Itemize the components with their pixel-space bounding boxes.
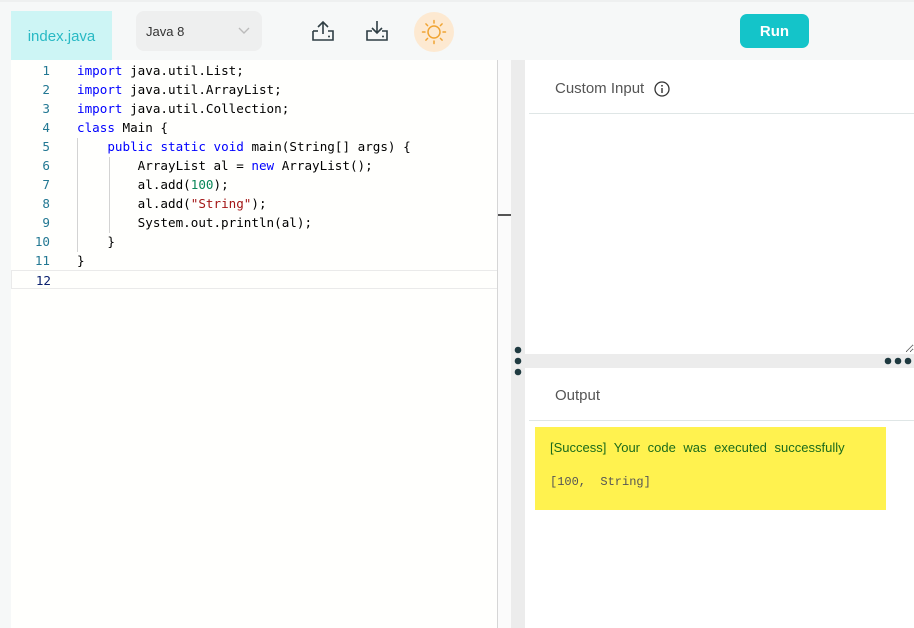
code-line[interactable]: 8 al.add("String"); (11, 194, 510, 213)
language-select[interactable]: Java 8 (136, 11, 262, 51)
horizontal-splitter[interactable] (525, 354, 914, 368)
line-number: 9 (42, 215, 50, 230)
output-box: [Success] Your code was executed success… (535, 427, 886, 510)
custom-input-field[interactable] (529, 114, 914, 353)
code-text[interactable]: import java.util.ArrayList; (77, 80, 282, 99)
code-line[interactable]: 4 class Main { (11, 118, 510, 137)
editor-scrollbar[interactable] (497, 60, 512, 628)
io-panel: Custom Input Output [Success] Your code … (525, 60, 914, 628)
vertical-splitter[interactable] (511, 60, 525, 628)
download-button[interactable] (359, 13, 395, 49)
code-line[interactable]: 9 System.out.println(al); (11, 213, 510, 232)
upload-icon (312, 20, 334, 41)
theme-toggle-button[interactable] (414, 12, 454, 52)
output-status: [Success] Your code was executed success… (550, 440, 845, 455)
file-tab-index-java[interactable]: index.java (11, 11, 112, 62)
line-number: 7 (42, 177, 50, 192)
code-line[interactable]: 7 al.add(100); (11, 175, 510, 194)
code-line[interactable]: 3 import java.util.Collection; (11, 99, 510, 118)
code-text[interactable]: } (77, 251, 85, 270)
code-editor[interactable]: 1 import java.util.List; 2 import java.util… (11, 60, 510, 628)
run-button[interactable]: Run (740, 14, 809, 48)
code-line[interactable]: 1 import java.util.List; (11, 61, 510, 80)
code-text[interactable]: ArrayList al = new ArrayList(); (77, 156, 373, 175)
line-number: 3 (42, 101, 50, 116)
divider (529, 420, 914, 421)
line-number: 6 (42, 158, 50, 173)
upload-button[interactable] (305, 13, 341, 49)
custom-input-title: Custom Input (555, 80, 645, 97)
editor-scrollbar-thumb[interactable] (498, 214, 512, 216)
code-text[interactable]: class Main { (77, 118, 168, 137)
code-line[interactable]: 6 ArrayList al = new ArrayList(); (11, 156, 510, 175)
line-number: 2 (42, 82, 50, 97)
line-number: 12 (35, 273, 51, 288)
vertical-drag-handle-icon[interactable] (514, 346, 522, 376)
code-line[interactable]: 2 import java.util.ArrayList; (11, 80, 510, 99)
output-title: Output (555, 387, 601, 404)
language-select-value: Java 8 (146, 23, 185, 39)
code-text[interactable]: al.add(100); (77, 175, 229, 194)
code-line[interactable]: 5 public static void main(String[] args)… (11, 137, 510, 156)
code-text[interactable]: al.add("String"); (77, 194, 267, 213)
line-number: 5 (42, 139, 50, 154)
code-line[interactable]: 11} (11, 251, 510, 270)
code-text[interactable]: import java.util.Collection; (77, 99, 289, 118)
sun-icon (421, 19, 447, 45)
line-number: 1 (42, 63, 50, 78)
code-line[interactable]: 10 } (11, 232, 510, 251)
code-text[interactable]: } (77, 232, 115, 251)
download-icon (366, 21, 388, 41)
code-text[interactable]: import java.util.List; (77, 61, 244, 80)
output-result: [100, String] (550, 475, 651, 489)
line-number: 11 (34, 253, 50, 268)
code-line[interactable]: 12 (11, 270, 510, 289)
horizontal-drag-handle-icon[interactable] (884, 357, 912, 365)
toolbar: index.java Java 8 Run (0, 0, 914, 62)
code-text[interactable]: public static void main(String[] args) { (77, 137, 410, 156)
line-number: 4 (42, 120, 50, 135)
info-icon[interactable] (654, 80, 670, 97)
line-number: 8 (42, 196, 50, 211)
code-text[interactable]: System.out.println(al); (77, 213, 312, 232)
line-number: 10 (34, 234, 50, 249)
custom-input-header: Custom Input (555, 80, 670, 97)
chevron-down-icon (238, 27, 250, 34)
